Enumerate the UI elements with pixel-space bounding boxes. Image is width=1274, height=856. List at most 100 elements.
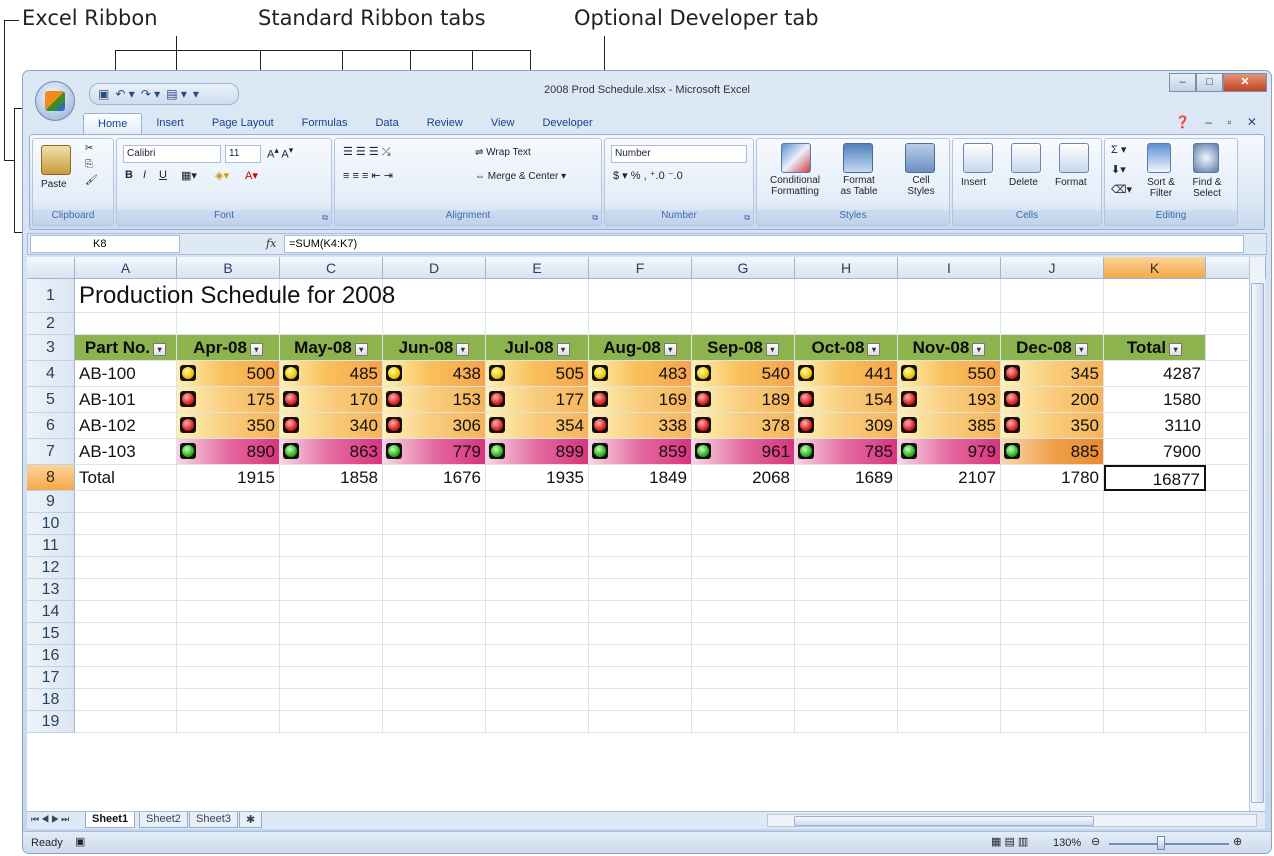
column-header-e[interactable]: E	[486, 257, 589, 279]
grid-cell[interactable]	[1001, 601, 1104, 623]
grid-cell[interactable]	[177, 491, 280, 513]
conditional-formatting-icon[interactable]	[781, 143, 811, 173]
insert-sheet-icon[interactable]: ✱	[239, 812, 263, 828]
grid-cell[interactable]	[589, 557, 692, 579]
value-cell[interactable]: 200	[1001, 387, 1104, 413]
grid-cell[interactable]	[795, 513, 898, 535]
row-header-6[interactable]: 6	[27, 413, 75, 439]
value-cell[interactable]: 441	[795, 361, 898, 387]
value-cell[interactable]: 438	[383, 361, 486, 387]
zoom-thumb[interactable]	[1157, 836, 1165, 850]
value-cell[interactable]: 859	[589, 439, 692, 465]
value-cell[interactable]: 345	[1001, 361, 1104, 387]
grid-cell[interactable]	[177, 313, 280, 335]
column-total-cell[interactable]: 1676	[383, 465, 486, 491]
row-total-cell[interactable]: 7900	[1104, 439, 1206, 465]
value-cell[interactable]: 885	[1001, 439, 1104, 465]
grid-cell[interactable]	[280, 623, 383, 645]
grid-cell[interactable]	[692, 513, 795, 535]
wrap-text-button[interactable]: ⇌ Wrap Text	[475, 147, 531, 158]
grid-cell[interactable]	[1104, 279, 1206, 313]
grid-cell[interactable]	[589, 601, 692, 623]
grid-cell[interactable]	[898, 601, 1001, 623]
grid-cell[interactable]	[1104, 579, 1206, 601]
row-header-14[interactable]: 14	[27, 601, 75, 623]
value-cell[interactable]: 779	[383, 439, 486, 465]
grid-cell[interactable]	[692, 667, 795, 689]
table-header-cell[interactable]: Jul-08 ▾	[486, 335, 589, 361]
grid-cell[interactable]	[692, 711, 795, 733]
format-as-table-icon[interactable]	[843, 143, 873, 173]
row-header-16[interactable]: 16	[27, 645, 75, 667]
row-header-15[interactable]: 15	[27, 623, 75, 645]
row-header-3[interactable]: 3	[27, 335, 75, 361]
grid-cell[interactable]	[383, 711, 486, 733]
grid-cell[interactable]	[280, 513, 383, 535]
vertical-scrollbar[interactable]	[1249, 257, 1265, 811]
tab-developer[interactable]: Developer	[528, 113, 606, 135]
grid-cell[interactable]	[1104, 313, 1206, 335]
paste-icon[interactable]	[41, 145, 71, 175]
grid-cell[interactable]	[795, 535, 898, 557]
value-cell[interactable]: 170	[280, 387, 383, 413]
cell-styles-icon[interactable]	[905, 143, 935, 173]
find-select-icon[interactable]	[1193, 143, 1219, 173]
zoom-slider[interactable]	[1109, 843, 1229, 845]
grid-cell[interactable]	[898, 667, 1001, 689]
grid-cell[interactable]	[177, 535, 280, 557]
grid-cell[interactable]	[589, 313, 692, 335]
column-total-cell[interactable]: 1689	[795, 465, 898, 491]
grid-cell[interactable]	[486, 491, 589, 513]
grid-cell[interactable]	[589, 711, 692, 733]
grid-cell[interactable]	[898, 313, 1001, 335]
grid-cell[interactable]	[486, 623, 589, 645]
grid-cell[interactable]	[898, 689, 1001, 711]
grid-cell[interactable]	[1104, 667, 1206, 689]
column-total-cell[interactable]: 1780	[1001, 465, 1104, 491]
vertical-scroll-thumb[interactable]	[1251, 283, 1264, 803]
table-header-cell[interactable]: Total ▾	[1104, 335, 1206, 361]
grid-cell[interactable]	[692, 557, 795, 579]
filter-dropdown-icon[interactable]: ▾	[765, 343, 779, 356]
grid-cell[interactable]	[692, 689, 795, 711]
grid-cell[interactable]	[383, 601, 486, 623]
insert-function-icon[interactable]: fx	[266, 237, 276, 250]
value-cell[interactable]: 485	[280, 361, 383, 387]
grid-cell[interactable]	[75, 579, 177, 601]
grid-cell[interactable]	[589, 279, 692, 313]
value-cell[interactable]: 169	[589, 387, 692, 413]
grid-cell[interactable]	[1104, 689, 1206, 711]
normal-view-icon[interactable]: ▦ ▤ ▥	[991, 835, 1028, 848]
grid-cell[interactable]	[75, 313, 177, 335]
grid-cell[interactable]	[795, 313, 898, 335]
grid-cell[interactable]	[280, 689, 383, 711]
grid-cell[interactable]	[383, 535, 486, 557]
grid-cell[interactable]	[177, 645, 280, 667]
row-header-8[interactable]: 8	[27, 465, 75, 491]
filter-dropdown-icon[interactable]: ▾	[456, 343, 470, 356]
row-header-4[interactable]: 4	[27, 361, 75, 387]
grid-cell[interactable]	[795, 491, 898, 513]
grid-cell[interactable]	[177, 601, 280, 623]
grid-cell[interactable]	[898, 491, 1001, 513]
font-color-icon[interactable]: A▾	[245, 169, 258, 187]
grid-cell[interactable]	[280, 667, 383, 689]
grid-cell[interactable]	[795, 667, 898, 689]
value-cell[interactable]: 177	[486, 387, 589, 413]
grid-cell[interactable]	[486, 645, 589, 667]
part-number-cell[interactable]: AB-101	[75, 387, 177, 413]
grid-cell[interactable]	[75, 601, 177, 623]
left-align-icon[interactable]: ≡ ≡ ≡ ⇤ ⇥	[343, 169, 393, 187]
row-header-10[interactable]: 10	[27, 513, 75, 535]
merge-center-button[interactable]: ⇔ Merge & Center ▾	[475, 171, 566, 182]
row-header-13[interactable]: 13	[27, 579, 75, 601]
grid-cell[interactable]	[898, 711, 1001, 733]
filter-dropdown-icon[interactable]: ▾	[556, 343, 570, 356]
value-cell[interactable]: 189	[692, 387, 795, 413]
grid-cell[interactable]	[1001, 689, 1104, 711]
grid-cell[interactable]	[898, 579, 1001, 601]
part-number-cell[interactable]: AB-102	[75, 413, 177, 439]
grid-cell[interactable]	[177, 667, 280, 689]
tab-page-layout[interactable]: Page Layout	[198, 113, 288, 135]
borders-icon[interactable]: ▦▾	[181, 169, 197, 187]
